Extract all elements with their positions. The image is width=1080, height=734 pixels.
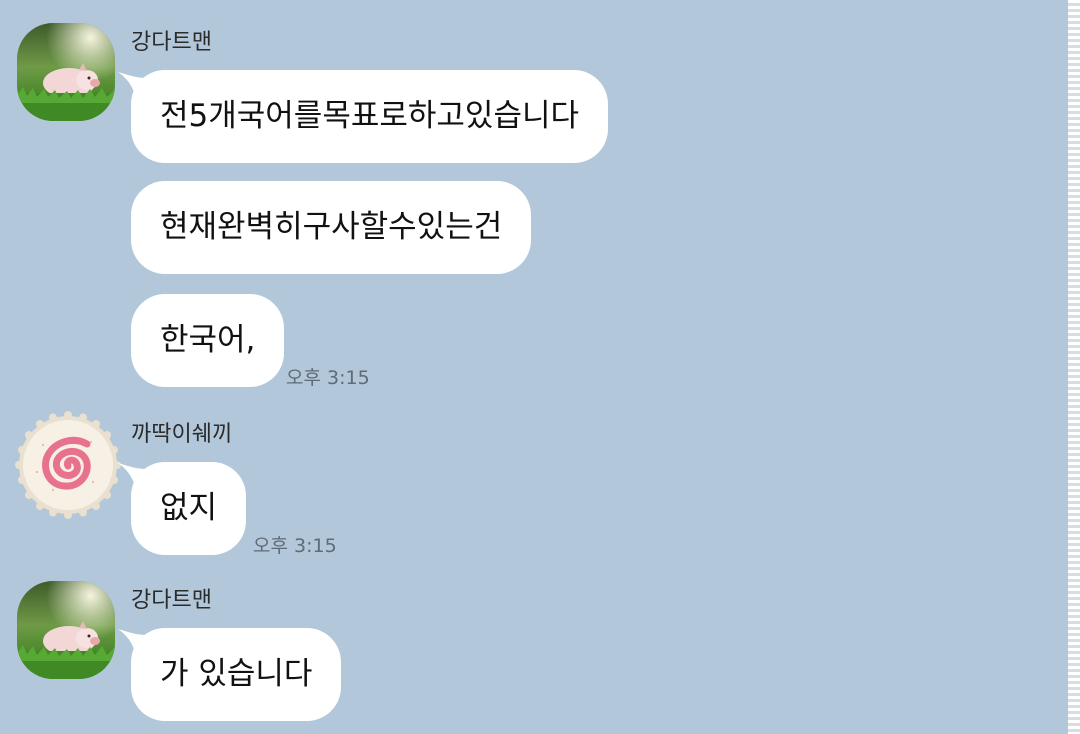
sender-avatar[interactable] xyxy=(13,410,121,519)
naruto-fishcake-sticker-icon xyxy=(15,411,121,519)
sender-avatar[interactable] xyxy=(17,581,115,679)
sender-name: 강다트맨 xyxy=(131,588,212,613)
message-bubble[interactable]: 전5개국어를목표로하고있습니다 xyxy=(131,70,609,163)
message-bubble[interactable]: 가 있습니다 xyxy=(131,628,342,721)
sender-name: 강다트맨 xyxy=(131,30,212,55)
sender-name: 까딱이쉐끼 xyxy=(131,422,233,447)
screenshot-edge xyxy=(1068,0,1080,734)
message-bubble[interactable]: 없지 xyxy=(131,462,247,555)
chat-message-list[interactable]: 강다트맨 전5개국어를목표로하고있습니다 현재완벽히구사할수있는건 한국어, 오… xyxy=(0,0,1080,734)
piglet-photo-icon xyxy=(17,581,115,679)
message-bubble[interactable]: 현재완벽히구사할수있는건 xyxy=(131,181,532,274)
message-timestamp: 오후 3:15 xyxy=(253,535,337,557)
message-timestamp: 오후 3:15 xyxy=(286,367,370,389)
message-bubble[interactable]: 한국어, xyxy=(131,294,285,387)
piglet-photo-icon xyxy=(17,23,115,121)
sender-avatar[interactable] xyxy=(17,23,115,121)
